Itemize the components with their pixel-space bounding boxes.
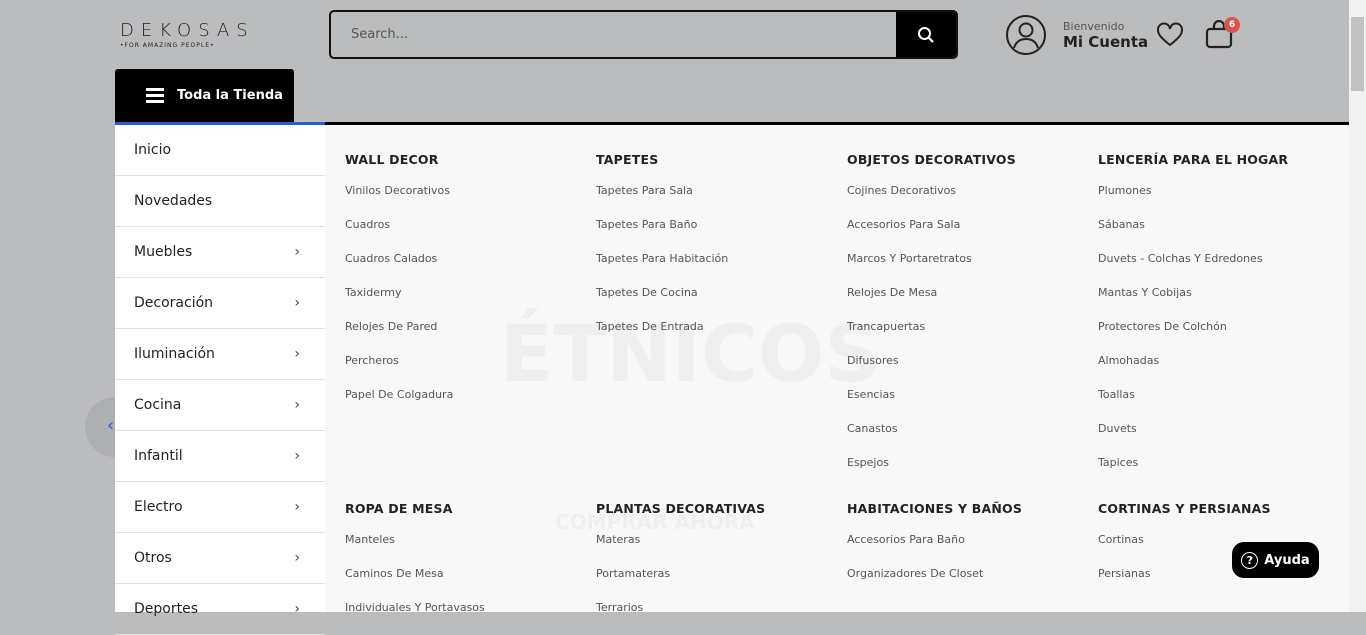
account-link[interactable]: Bienvenido Mi Cuenta bbox=[1005, 14, 1148, 56]
menu-link[interactable]: Plumones bbox=[1098, 184, 1338, 218]
chevron-right-icon: › bbox=[294, 346, 300, 362]
menu-column: TAPETES Tapetes Para Sala Tapetes Para Bañ… bbox=[596, 150, 836, 354]
sidebar-item[interactable]: Novedades bbox=[115, 176, 325, 227]
menu-link[interactable]: Tapetes Para Sala bbox=[596, 184, 836, 218]
menu-column-title[interactable]: WALL DECOR bbox=[345, 150, 585, 184]
menu-link[interactable]: Tapetes De Entrada bbox=[596, 320, 836, 354]
menu-link[interactable]: Tapetes Para Habitación bbox=[596, 252, 836, 286]
chevron-right-icon: › bbox=[294, 397, 300, 413]
sidebar-item[interactable]: Cocina › bbox=[115, 380, 325, 431]
sidebar-item-label: Infantil bbox=[134, 448, 183, 464]
menu-link[interactable]: Taxidermy bbox=[345, 286, 585, 320]
help-button[interactable]: ? Ayuda bbox=[1232, 542, 1319, 578]
chevron-left-icon: ‹ bbox=[107, 415, 115, 436]
menu-link[interactable]: Canastos bbox=[847, 422, 1087, 456]
hamburger-icon bbox=[146, 85, 164, 106]
sidebar-item-label: Iluminación bbox=[134, 346, 215, 362]
menu-link[interactable]: Esencias bbox=[847, 388, 1087, 422]
menu-link[interactable]: Individuales Y Portavasos bbox=[345, 601, 585, 612]
search-bar bbox=[329, 10, 958, 59]
menu-link[interactable]: Cuadros Calados bbox=[345, 252, 585, 286]
menu-link[interactable]: Tapetes Para Baño bbox=[596, 218, 836, 252]
mega-menu-panel: ÉTNICOS COMPRAR AHORA WALL DECOR Vinilos … bbox=[325, 125, 1349, 612]
category-sidebar: Inicio Novedades Muebles › Decoración › Ilumin… bbox=[115, 122, 325, 635]
sidebar-item[interactable]: Iluminación › bbox=[115, 329, 325, 380]
sidebar-item-label: Deportes bbox=[134, 601, 198, 617]
sidebar-item-label: Inicio bbox=[134, 142, 172, 158]
menu-link[interactable]: Duvets bbox=[1098, 422, 1338, 456]
sidebar-item-label: Novedades bbox=[134, 193, 213, 209]
sidebar-item[interactable]: Infantil › bbox=[115, 431, 325, 482]
search-input[interactable] bbox=[331, 12, 896, 57]
sidebar-item-label: Cocina bbox=[134, 397, 182, 413]
menu-column: WALL DECOR Vinilos Decorativos Cuadros Cuad… bbox=[345, 150, 585, 422]
menu-link[interactable]: Manteles bbox=[345, 533, 585, 567]
menu-link[interactable]: Portamateras bbox=[596, 567, 836, 601]
chevron-right-icon: › bbox=[294, 601, 300, 617]
menu-column: LENCERÍA PARA EL HOGAR Plumones Sábanas Duv… bbox=[1098, 150, 1338, 490]
scrollbar-thumb[interactable] bbox=[1351, 17, 1364, 91]
menu-column-title[interactable]: TAPETES bbox=[596, 150, 836, 184]
sidebar-item[interactable]: Inicio bbox=[115, 125, 325, 176]
menu-column: HABITACIONES Y BAÑOS Accesorios Para Baño… bbox=[847, 499, 1087, 601]
menu-column: ROPA DE MESA Manteles Caminos De Mesa Indiv… bbox=[345, 499, 585, 612]
chevron-right-icon: › bbox=[294, 244, 300, 260]
sidebar-item[interactable]: Otros › bbox=[115, 533, 325, 584]
chevron-right-icon: › bbox=[294, 295, 300, 311]
menu-link[interactable]: Duvets - Colchas Y Edredones bbox=[1098, 252, 1338, 286]
menu-link[interactable]: Caminos De Mesa bbox=[345, 567, 585, 601]
menu-link[interactable]: Cojines Decorativos bbox=[847, 184, 1087, 218]
menu-link[interactable]: Toallas bbox=[1098, 388, 1338, 422]
menu-link[interactable]: Espejos bbox=[847, 456, 1087, 490]
menu-column-title[interactable]: PLANTAS DECORATIVAS bbox=[596, 499, 836, 533]
menu-link[interactable]: Relojes De Mesa bbox=[847, 286, 1087, 320]
menu-link[interactable]: Mantas Y Cobijas bbox=[1098, 286, 1338, 320]
sidebar-item-label: Decoración bbox=[134, 295, 214, 311]
menu-link[interactable]: Cuadros bbox=[345, 218, 585, 252]
menu-column: OBJETOS DECORATIVOS Cojines Decorativos Ac… bbox=[847, 150, 1087, 490]
search-icon bbox=[918, 26, 934, 43]
logo[interactable]: DEKOSAS •FOR AMAZING PEOPLE• bbox=[120, 20, 248, 49]
menu-column-title[interactable]: CORTINAS Y PERSIANAS bbox=[1098, 499, 1338, 533]
menu-link[interactable]: Tapices bbox=[1098, 456, 1338, 490]
menu-link[interactable]: Terrarios bbox=[596, 601, 836, 612]
menu-link[interactable]: Materas bbox=[596, 533, 836, 567]
sidebar-item-label: Electro bbox=[134, 499, 183, 515]
chevron-right-icon: › bbox=[294, 448, 300, 464]
wishlist-heart-icon[interactable] bbox=[1156, 22, 1184, 48]
menu-column: PLANTAS DECORATIVAS Materas Portamateras Te… bbox=[596, 499, 836, 612]
all-store-menu-button[interactable]: Toda la Tienda bbox=[115, 69, 294, 122]
menu-column-title[interactable]: HABITACIONES Y BAÑOS bbox=[847, 499, 1087, 533]
menu-link[interactable]: Tapetes De Cocina bbox=[596, 286, 836, 320]
chevron-right-icon: › bbox=[294, 550, 300, 566]
sidebar-item-label: Otros bbox=[134, 550, 172, 566]
sidebar-item[interactable]: Decoración › bbox=[115, 278, 325, 329]
menu-link[interactable]: Sábanas bbox=[1098, 218, 1338, 252]
menu-link[interactable]: Protectores De Colchón bbox=[1098, 320, 1338, 354]
cart-count-badge: 6 bbox=[1224, 17, 1240, 33]
search-button[interactable] bbox=[896, 12, 956, 57]
menu-column-title[interactable]: OBJETOS DECORATIVOS bbox=[847, 150, 1087, 184]
menu-link[interactable]: Organizadores De Closet bbox=[847, 567, 1087, 601]
user-icon bbox=[1006, 15, 1046, 55]
sidebar-item[interactable]: Muebles › bbox=[115, 227, 325, 278]
menu-column-title[interactable]: LENCERÍA PARA EL HOGAR bbox=[1098, 150, 1338, 184]
sidebar-item[interactable]: Deportes › bbox=[115, 584, 325, 635]
menu-link[interactable]: Relojes De Pared bbox=[345, 320, 585, 354]
menu-link[interactable]: Almohadas bbox=[1098, 354, 1338, 388]
menu-link[interactable]: Papel De Colgadura bbox=[345, 388, 585, 422]
menu-link[interactable]: Difusores bbox=[847, 354, 1087, 388]
menu-link[interactable]: Percheros bbox=[345, 354, 585, 388]
chevron-right-icon: › bbox=[294, 499, 300, 515]
sidebar-item[interactable]: Electro › bbox=[115, 482, 325, 533]
menu-link[interactable]: Marcos Y Portaretratos bbox=[847, 252, 1087, 286]
menu-column-title[interactable]: ROPA DE MESA bbox=[345, 499, 585, 533]
menu-link[interactable]: Accesorios Para Sala bbox=[847, 218, 1087, 252]
question-icon: ? bbox=[1241, 551, 1259, 569]
menu-link[interactable]: Trancapuertas bbox=[847, 320, 1087, 354]
scrollbar[interactable] bbox=[1349, 0, 1366, 612]
sidebar-item-label: Muebles bbox=[134, 244, 193, 260]
menu-link[interactable]: Vinilos Decorativos bbox=[345, 184, 585, 218]
menu-link[interactable]: Accesorios Para Baño bbox=[847, 533, 1087, 567]
